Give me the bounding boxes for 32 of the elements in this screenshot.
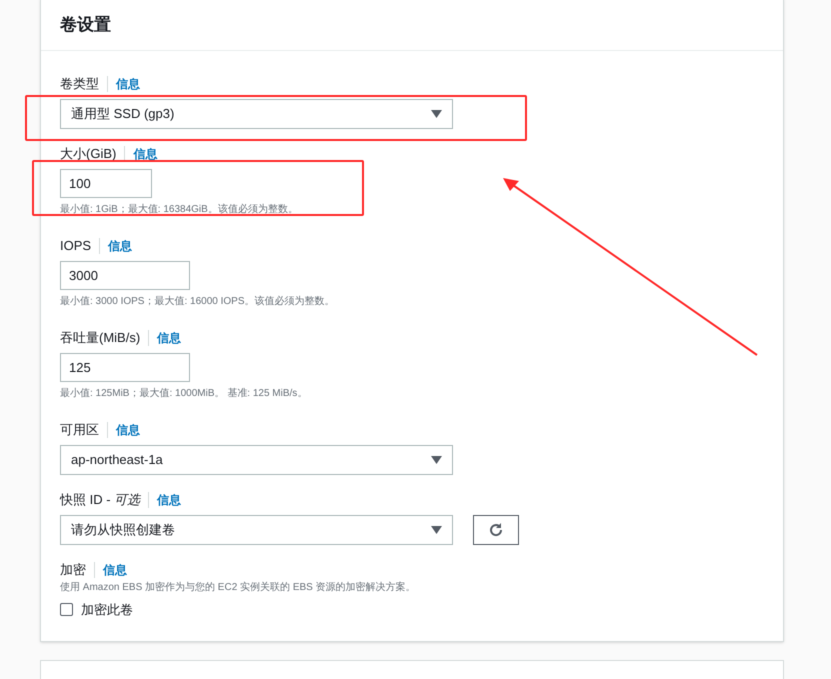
refresh-icon (488, 522, 504, 538)
field-label: 卷类型 (60, 75, 99, 94)
dropdown-select[interactable]: 通用型 SSD (gp3) (60, 99, 453, 129)
info-link[interactable]: 信息 (116, 421, 140, 439)
info-link[interactable]: 信息 (157, 491, 182, 509)
hint-text: 最小值: 1GiB；最大值: 16384GiB。该值必须为整数。 (60, 202, 298, 217)
dropdown-select[interactable]: 请勿从快照创建卷 (60, 515, 453, 545)
field-label: 大小(GiB) (60, 145, 116, 164)
description-text: 使用 Amazon EBS 加密作为与您的 EC2 实例关联的 EBS 资源的加密解决方案。 (60, 580, 417, 595)
text-input[interactable]: 3000 (60, 261, 190, 290)
field-label: IOPS (60, 237, 92, 256)
info-link[interactable]: 信息 (157, 329, 182, 347)
refresh-button[interactable] (473, 515, 519, 545)
field-label: 加密 (60, 561, 86, 580)
field-label: 可用区 (60, 421, 99, 440)
caret-icon (431, 110, 442, 118)
caret-icon (431, 456, 442, 464)
field-label: 快照 ID - 可选 (60, 491, 140, 510)
hint-text: 最小值: 3000 IOPS；最大值: 16000 IOPS。该值必须为整数。 (60, 294, 335, 309)
hint-text: 最小值: 125MiB；最大值: 1000MiB。 基准: 125 MiB/s。 (60, 386, 308, 401)
info-link[interactable]: 信息 (133, 145, 158, 163)
field-label: 吞吐量(MiB/s) (60, 329, 140, 348)
checkbox[interactable] (60, 603, 73, 616)
checkbox-label: 加密此卷 (81, 601, 133, 619)
text-input[interactable]: 125 (60, 353, 190, 382)
text-input[interactable]: 100 (60, 169, 152, 198)
dropdown-select[interactable]: ap-northeast-1a (60, 445, 453, 475)
panel-title: 卷设置 (60, 14, 111, 36)
caret-icon (431, 526, 442, 534)
info-link[interactable]: 信息 (108, 237, 132, 255)
info-link[interactable]: 信息 (116, 75, 140, 93)
info-link[interactable]: 信息 (103, 561, 127, 579)
